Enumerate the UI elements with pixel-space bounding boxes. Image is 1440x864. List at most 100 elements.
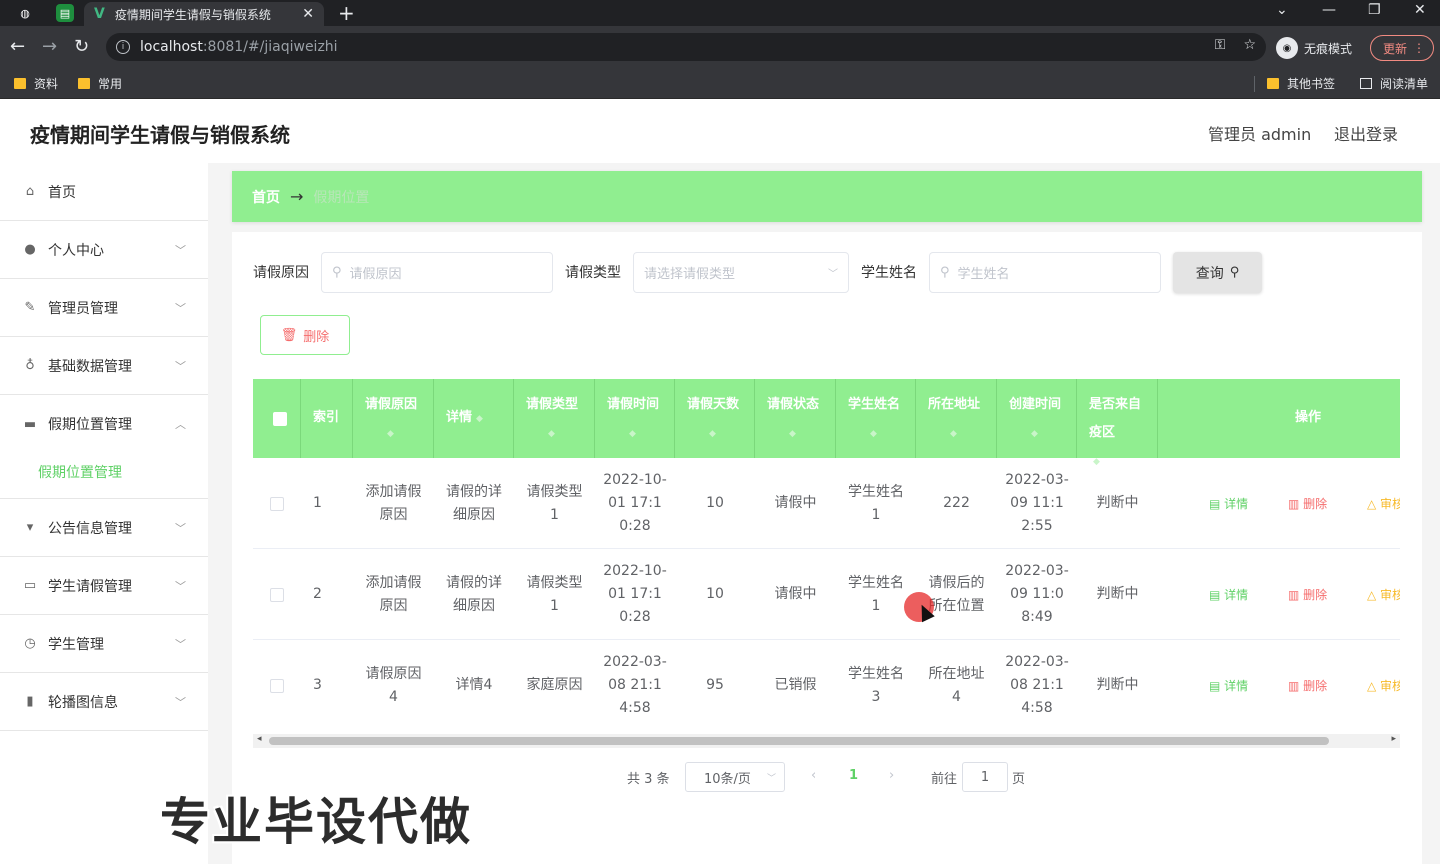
audit-button[interactable]: △ 审核 <box>1367 586 1400 603</box>
col-status[interactable]: 请假状态 ◆ <box>755 379 836 458</box>
col-name[interactable]: 学生姓名 ◆ <box>836 379 916 458</box>
logout-link[interactable]: 退出登录 <box>1334 121 1398 145</box>
chevron-down-icon: ﹀ <box>175 579 186 593</box>
sort-icon[interactable]: ◆ <box>1031 429 1038 439</box>
sort-icon[interactable]: ◆ <box>387 429 394 439</box>
delete-label: 删除 <box>1303 588 1328 602</box>
col-time[interactable]: 请假时间 ◆ <box>595 379 675 458</box>
delete-button[interactable]: ▥ 删除 <box>1288 677 1327 694</box>
goto-label: 前往 <box>931 772 958 787</box>
sort-icon[interactable]: ◆ <box>950 429 957 439</box>
reload-button[interactable]: ↻ <box>74 36 89 57</box>
select-all-checkbox[interactable] <box>273 412 287 426</box>
col-reason[interactable]: 请假原因 ◆ <box>353 379 434 458</box>
thumb-icon: △ <box>1367 679 1381 693</box>
sort-icon[interactable]: ◆ <box>709 429 716 439</box>
col-epidemic[interactable]: 是否来自疫区◆ <box>1077 379 1158 467</box>
sort-icon[interactable]: ◆ <box>476 414 483 424</box>
star-icon[interactable]: ☆ <box>1243 37 1256 53</box>
delete-button[interactable]: ▥ 删除 <box>1288 495 1327 512</box>
horizontal-scrollbar[interactable]: ◂ ▸ <box>253 734 1400 748</box>
reading-list[interactable]: 阅读清单 <box>1360 75 1428 92</box>
sort-icon[interactable]: ◆ <box>870 429 877 439</box>
sort-icon[interactable]: ◆ <box>548 429 555 439</box>
scroll-left-icon[interactable]: ◂ <box>257 734 262 744</box>
col-actions: 操作 <box>1158 379 1400 458</box>
folder-icon <box>78 78 90 89</box>
col-created[interactable]: 创建时间 ◆ <box>997 379 1077 458</box>
sidebar-item-basic-data[interactable]: ♁ 基础数据管理 ﹀ <box>0 337 208 395</box>
browser-app-icon[interactable]: ◍ <box>16 4 34 22</box>
url-input[interactable]: i localhost:8081/#/jiaqiweizhi ⚿ ☆ <box>106 33 1266 61</box>
col-index[interactable]: 索引 <box>301 379 353 458</box>
back-button[interactable]: ← <box>10 36 25 57</box>
site-info-icon[interactable]: i <box>116 40 130 54</box>
folder-icon <box>1267 78 1279 89</box>
sidebar-item-admins[interactable]: ✎ 管理员管理 ﹀ <box>0 279 208 337</box>
delete-button[interactable]: ▥ 删除 <box>1288 586 1327 603</box>
query-button[interactable]: 查询 ⚲ <box>1173 252 1262 293</box>
update-button[interactable]: 更新 ⋮ <box>1370 35 1434 61</box>
row-checkbox[interactable] <box>270 497 284 511</box>
incognito-indicator[interactable]: ◉ 无痕模式 <box>1276 37 1352 59</box>
scrollbar-thumb[interactable] <box>269 737 1329 745</box>
page-size-select[interactable]: 10条/页 ﹀ <box>685 762 785 792</box>
name-label: 学生姓名 <box>861 265 917 281</box>
cell-address: 222 <box>943 495 970 511</box>
col-type[interactable]: 请假类型 ◆ <box>514 379 595 458</box>
tab-close-icon[interactable]: ✕ <box>302 6 314 22</box>
audit-label: 审核 <box>1380 588 1400 602</box>
sidebar-item-notice[interactable]: ▾ 公告信息管理 ﹀ <box>0 499 208 557</box>
minimize-button[interactable]: — <box>1322 2 1336 18</box>
other-bookmarks-label: 其他书签 <box>1287 77 1336 91</box>
sheet-tab-icon[interactable]: ▤ <box>56 4 74 22</box>
sidebar-item-carousel[interactable]: ▮ 轮播图信息 ﹀ <box>0 673 208 731</box>
menu-dots-icon[interactable]: ⋮ <box>1413 41 1425 55</box>
chevron-down-icon: ﹀ <box>828 269 838 280</box>
close-window-button[interactable]: ✕ <box>1414 2 1426 18</box>
sort-icon[interactable]: ◆ <box>789 429 796 439</box>
breadcrumb-home[interactable]: 首页 <box>252 187 280 207</box>
detail-button[interactable]: ▤ 详情 <box>1209 495 1248 512</box>
update-label: 更新 <box>1383 41 1408 56</box>
sidebar-item-home[interactable]: ⌂ 首页 <box>0 163 208 221</box>
reason-input[interactable]: ⚲ 请假原因 <box>321 252 553 293</box>
forward-button[interactable]: → <box>42 36 57 57</box>
audit-button[interactable]: △ 审核 <box>1367 677 1400 694</box>
tab-search-icon[interactable]: ⌄ <box>1276 2 1288 18</box>
key-icon[interactable]: ⚿ <box>1215 37 1226 53</box>
row-checkbox[interactable] <box>270 588 284 602</box>
active-tab[interactable]: V 疫情期间学生请假与销假系统 ✕ <box>84 2 324 26</box>
col-address[interactable]: 所在地址 ◆ <box>916 379 997 458</box>
name-input[interactable]: ⚲ 学生姓名 <box>929 252 1161 293</box>
scroll-right-icon[interactable]: ▸ <box>1391 734 1396 744</box>
maximize-button[interactable]: ❐ <box>1368 2 1381 18</box>
audit-button[interactable]: △ 审核 <box>1367 495 1400 512</box>
bookmark-item[interactable]: 资料 <box>14 75 58 92</box>
bookmark-item[interactable]: 常用 <box>78 75 122 92</box>
col-days[interactable]: 请假天数 ◆ <box>675 379 755 458</box>
detail-label: 详情 <box>1224 679 1249 693</box>
cell-address: 所在地址4 <box>928 665 985 705</box>
sidebar-item-profile[interactable]: ● 个人中心 ﹀ <box>0 221 208 279</box>
sort-icon[interactable]: ◆ <box>629 429 636 439</box>
header-label: 操作 <box>1295 410 1322 425</box>
row-checkbox[interactable] <box>270 679 284 693</box>
detail-button[interactable]: ▤ 详情 <box>1209 677 1248 694</box>
submenu-item-holiday-location[interactable]: 假期位置管理 <box>0 445 208 499</box>
new-tab-button[interactable]: + <box>338 1 355 25</box>
sidebar-item-students[interactable]: ◷ 学生管理 ﹀ <box>0 615 208 673</box>
next-page-button[interactable]: › <box>889 768 894 783</box>
search-icon: ⚲ <box>332 265 342 280</box>
type-select[interactable]: 请选择请假类型 ﹀ <box>633 252 849 293</box>
goto-page-input[interactable]: 1 <box>962 762 1008 792</box>
current-page[interactable]: 1 <box>849 768 858 783</box>
sidebar-item-student-leave[interactable]: ▭ 学生请假管理 ﹀ <box>0 557 208 615</box>
prev-page-button[interactable]: ‹ <box>811 768 816 783</box>
batch-delete-button[interactable]: 🗑︎ 删除 <box>260 315 350 355</box>
sidebar-item-label: 轮播图信息 <box>48 694 118 711</box>
trash-icon: ▥ <box>1288 588 1304 602</box>
detail-button[interactable]: ▤ 详情 <box>1209 586 1248 603</box>
other-bookmarks[interactable]: 其他书签 <box>1267 75 1335 92</box>
col-detail[interactable]: 详情 ◆ <box>434 379 514 458</box>
